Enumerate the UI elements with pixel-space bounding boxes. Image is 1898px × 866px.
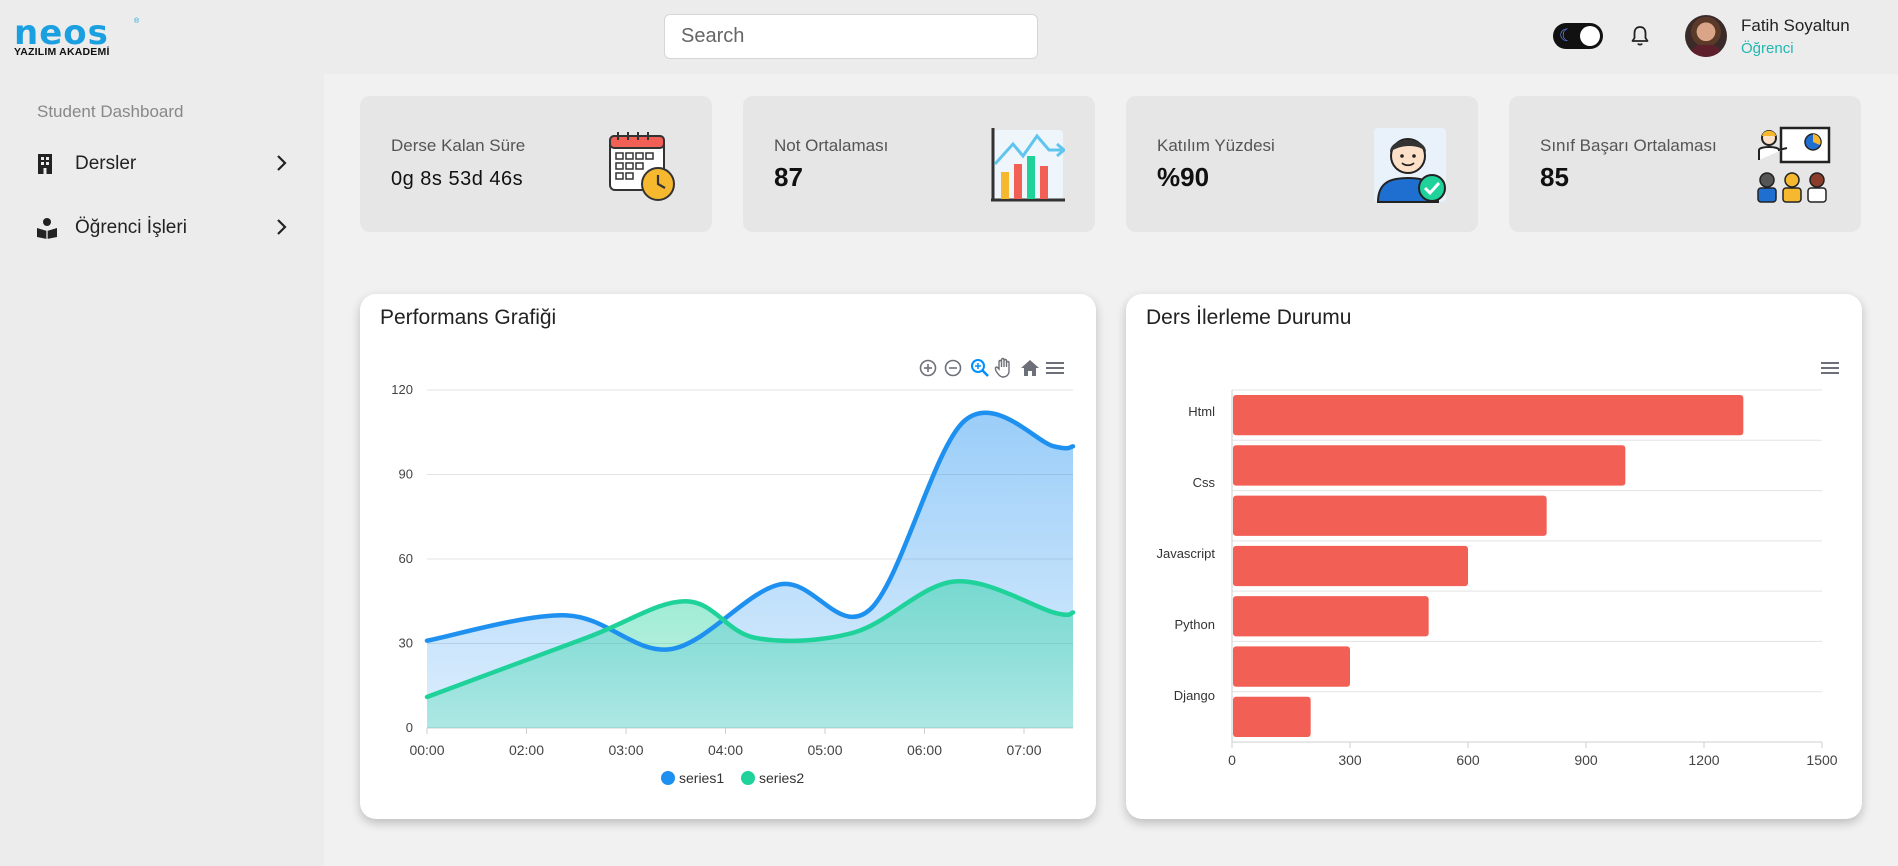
chevron-right-icon bbox=[275, 153, 289, 173]
building-icon bbox=[36, 153, 56, 175]
user-name[interactable]: Fatih Soyaltun bbox=[1741, 16, 1850, 36]
stat-card-attendance: Katılım Yüzdesi %90 bbox=[1126, 96, 1478, 232]
stat-value: 0g 8s 53d 46s bbox=[391, 168, 524, 190]
y-tick-label: 90 bbox=[399, 467, 413, 482]
neos-logo[interactable]: neos ® YAZILIM AKADEMİ bbox=[14, 16, 144, 58]
bar bbox=[1233, 646, 1350, 687]
sidebar-item-label: Dersler bbox=[75, 153, 137, 174]
y-tick-label: 30 bbox=[399, 636, 413, 651]
stat-value: 85 bbox=[1540, 162, 1569, 192]
theme-toggle[interactable]: ☾ bbox=[1553, 23, 1603, 49]
search-input[interactable] bbox=[664, 14, 1038, 59]
zoom-out-icon[interactable] bbox=[943, 358, 963, 378]
sidebar-item-ogrenci-isleri[interactable]: Öğrenci İşleri bbox=[0, 208, 324, 248]
user-role: Öğrenci bbox=[1741, 40, 1794, 57]
bar bbox=[1233, 696, 1311, 737]
legend-label: series2 bbox=[759, 770, 804, 786]
y-category-label: Css bbox=[1193, 475, 1216, 490]
x-tick-label: 04:00 bbox=[708, 742, 743, 758]
x-tick-label: 900 bbox=[1574, 752, 1598, 768]
y-tick-label: 60 bbox=[399, 551, 413, 566]
stat-title: Not Ortalaması bbox=[774, 136, 889, 155]
legend-marker bbox=[661, 771, 675, 785]
zoom-in-icon[interactable] bbox=[918, 358, 938, 378]
x-tick-label: 300 bbox=[1338, 752, 1362, 768]
selection-zoom-icon[interactable] bbox=[970, 358, 990, 378]
x-tick-label: 00:00 bbox=[409, 742, 444, 758]
toggle-knob bbox=[1580, 26, 1600, 46]
y-tick-label: 0 bbox=[406, 720, 413, 735]
sidebar-section-title: Student Dashboard bbox=[37, 102, 184, 121]
sidebar-item-label: Öğrenci İşleri bbox=[75, 217, 187, 238]
stat-title: Derse Kalan Süre bbox=[391, 136, 526, 155]
classroom-presentation-icon bbox=[1753, 126, 1831, 204]
y-category-label: Python bbox=[1175, 617, 1215, 632]
stat-card-class-success: Sınıf Başarı Ortalaması 85 bbox=[1509, 96, 1861, 232]
avatar[interactable] bbox=[1685, 15, 1727, 57]
sidebar: Student Dashboard Dersler Öğrenci İşleri bbox=[0, 74, 324, 866]
bar bbox=[1233, 445, 1626, 486]
stat-card-grade-average: Not Ortalaması 87 bbox=[743, 96, 1095, 232]
logo-wordmark: neos bbox=[14, 13, 109, 53]
calendar-clock-icon bbox=[604, 126, 682, 204]
legend-label: series1 bbox=[679, 770, 724, 786]
pan-hand-icon[interactable] bbox=[994, 357, 1014, 378]
moon-icon: ☾ bbox=[1559, 26, 1575, 45]
x-tick-label: 03:00 bbox=[608, 742, 643, 758]
bar bbox=[1233, 395, 1744, 436]
sidebar-item-dersler[interactable]: Dersler bbox=[0, 144, 324, 184]
student-check-icon bbox=[1370, 126, 1448, 204]
menu-icon[interactable] bbox=[1820, 358, 1840, 378]
x-tick-label: 0 bbox=[1228, 752, 1236, 768]
x-tick-label: 1200 bbox=[1688, 752, 1719, 768]
menu-icon[interactable] bbox=[1045, 358, 1065, 378]
stat-value: 87 bbox=[774, 162, 803, 192]
logo-registered-mark: ® bbox=[134, 18, 140, 25]
bar bbox=[1233, 596, 1429, 637]
x-tick-label: 05:00 bbox=[807, 742, 842, 758]
stat-title: Katılım Yüzdesi bbox=[1157, 136, 1275, 155]
x-tick-label: 02:00 bbox=[509, 742, 544, 758]
bar-chart-growth-icon bbox=[987, 126, 1067, 204]
x-tick-label: 600 bbox=[1456, 752, 1480, 768]
chevron-right-icon bbox=[275, 217, 289, 237]
bar bbox=[1233, 495, 1547, 536]
bell-icon[interactable] bbox=[1628, 24, 1652, 48]
chart-title: Ders İlerleme Durumu bbox=[1146, 306, 1352, 329]
y-category-label: Django bbox=[1174, 688, 1215, 703]
bar bbox=[1233, 545, 1468, 587]
stat-title: Sınıf Başarı Ortalaması bbox=[1540, 136, 1717, 155]
performance-chart-panel: 0 30 60 90 120 00:00 02:00 03:00 04:00 05:00 06:00… bbox=[360, 294, 1096, 819]
logo-subtitle: YAZILIM AKADEMİ bbox=[14, 46, 110, 58]
y-tick-label: 120 bbox=[391, 382, 413, 397]
course-progress-panel: Html Css Javascript Python Django 0 300 600 900 1… bbox=[1126, 294, 1862, 819]
y-category-label: Javascript bbox=[1156, 546, 1215, 561]
chart-title: Performans Grafiği bbox=[380, 306, 557, 329]
home-reset-icon[interactable] bbox=[1020, 358, 1040, 378]
y-category-label: Html bbox=[1188, 404, 1215, 419]
stat-card-time-left: Derse Kalan Süre 0g 8s 53d 46s bbox=[360, 96, 712, 232]
x-tick-label: 1500 bbox=[1806, 752, 1837, 768]
x-tick-label: 07:00 bbox=[1006, 742, 1041, 758]
top-bar: neos ® YAZILIM AKADEMİ ☾ Fatih Soyaltun … bbox=[0, 0, 1898, 74]
reading-book-icon bbox=[36, 217, 57, 239]
stat-value: %90 bbox=[1157, 162, 1210, 192]
x-tick-label: 06:00 bbox=[907, 742, 942, 758]
course-progress-chart[interactable]: Html Css Javascript Python Django 0 300 600 900 1… bbox=[1126, 294, 1862, 819]
legend-marker bbox=[741, 771, 755, 785]
